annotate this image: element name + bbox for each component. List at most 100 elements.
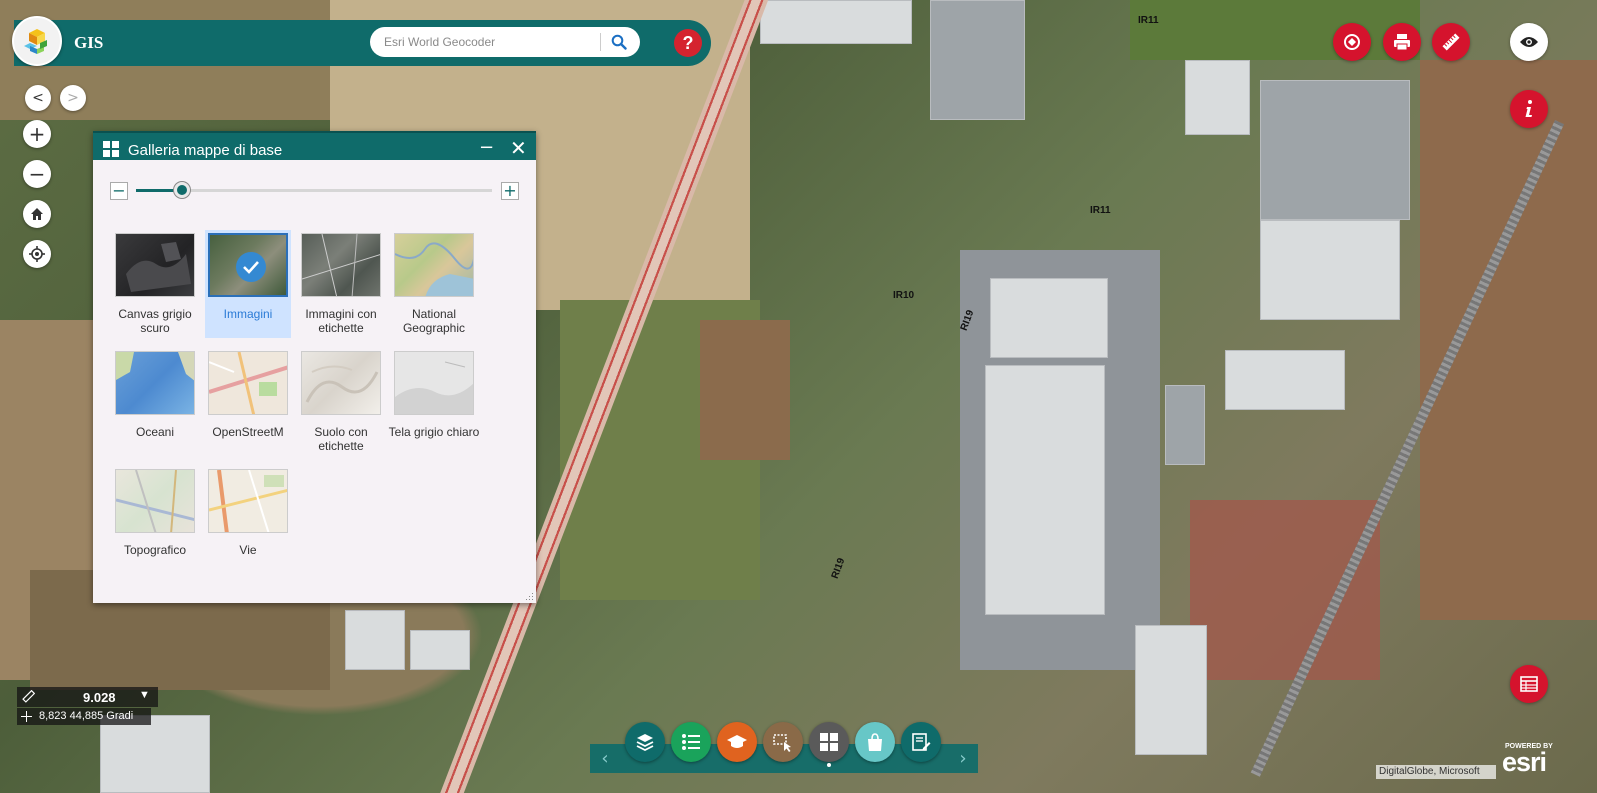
zoom-in-button[interactable]: + [23, 120, 51, 148]
print-button[interactable] [1383, 23, 1421, 61]
basemap-thumbnail [115, 233, 195, 297]
ruler-icon [22, 690, 35, 703]
basemap-thumbnail [115, 469, 195, 533]
basemap-gallery-button[interactable] [809, 722, 849, 762]
locate-button[interactable] [23, 240, 51, 268]
visibility-button[interactable] [1510, 23, 1548, 61]
building [1225, 350, 1345, 410]
map-attribution: DigitalGlobe, Microsoft [1376, 765, 1496, 779]
basemap-label: Vie [239, 543, 257, 557]
chevron-down-icon[interactable]: ▼ [139, 689, 150, 701]
basemap-label: OpenStreetM [212, 425, 284, 439]
graduation-cap-icon [727, 735, 747, 748]
eye-icon [1520, 37, 1538, 47]
coordinates-widget[interactable]: 8,823 44,885 Gradi [17, 708, 151, 725]
edit-button[interactable] [901, 722, 941, 762]
close-button[interactable]: ✕ [510, 136, 527, 160]
search-button[interactable] [608, 31, 630, 53]
basemap-item[interactable]: Canvas grigio scuro [112, 230, 198, 338]
zoom-out-button[interactable]: − [23, 160, 51, 188]
map-field [700, 320, 790, 460]
info-button[interactable] [1510, 90, 1548, 128]
basemap-label: Immagini con etichette [305, 307, 377, 335]
dock-page-indicator [827, 763, 831, 767]
gallery-zoom-in-button[interactable]: + [501, 182, 519, 200]
grid-icon [820, 733, 838, 751]
basemap-thumbnail [394, 233, 474, 297]
search-input[interactable] [384, 27, 599, 57]
directions-button[interactable] [1333, 23, 1371, 61]
basemap-label: Immagini [223, 307, 273, 321]
scale-widget[interactable]: 9.028 ▼ [17, 687, 158, 707]
building [1135, 625, 1207, 755]
home-icon [31, 208, 43, 220]
basemap-item[interactable]: Oceani [112, 348, 198, 456]
print-icon [1394, 34, 1410, 51]
table-icon [1520, 676, 1538, 692]
coordinates-value: 8,823 44,885 Gradi [39, 710, 134, 722]
basemap-item[interactable]: Immagini con etichette [298, 230, 384, 338]
esri-logo[interactable]: POWERED BY esri [1502, 743, 1562, 777]
dock-previous-button[interactable]: ‹ [592, 744, 618, 773]
basemap-thumbnail [208, 351, 288, 415]
search-separator [600, 33, 601, 51]
basemap-item[interactable]: Vie [205, 466, 291, 574]
bookmark-button[interactable] [855, 722, 895, 762]
select-button[interactable] [763, 722, 803, 762]
attribute-table-button[interactable] [1510, 665, 1548, 703]
basemap-item[interactable]: National Geographic [391, 230, 477, 338]
info-icon [1525, 100, 1532, 117]
gallery-zoom-out-button[interactable]: − [110, 182, 128, 200]
building [1185, 60, 1250, 135]
next-extent-button[interactable]: > [60, 85, 86, 111]
map-field [1130, 0, 1420, 60]
basemap-label: Tela grigio chiaro [388, 425, 480, 439]
legend-button[interactable] [671, 722, 711, 762]
basemap-label: Suolo con etichette [314, 425, 368, 453]
home-button[interactable] [23, 200, 51, 228]
basemap-item[interactable]: OpenStreetM [205, 348, 291, 456]
layers-button[interactable] [625, 722, 665, 762]
basemap-thumbnail [301, 351, 381, 415]
building [990, 278, 1108, 358]
building [985, 365, 1105, 615]
locate-icon [29, 246, 45, 262]
dock-next-button[interactable]: › [950, 744, 976, 773]
gallery-slider-thumb[interactable] [174, 182, 191, 198]
measure-button[interactable] [1432, 23, 1470, 61]
shopping-bag-icon [868, 733, 882, 751]
road-label: IR11 [1090, 205, 1111, 216]
resize-handle-icon[interactable] [525, 592, 534, 601]
building [1260, 80, 1410, 220]
panel-header[interactable]: Galleria mappe di base − ✕ [93, 131, 536, 160]
building [410, 630, 470, 670]
selected-check-icon [236, 252, 266, 282]
help-button[interactable]: ? [674, 29, 702, 57]
road-label: RI19 [829, 556, 848, 581]
directions-icon [1344, 34, 1360, 50]
education-button[interactable] [717, 722, 757, 762]
search-bar [370, 27, 640, 57]
basemap-item-selected[interactable]: Immagini [205, 230, 291, 338]
map-field [1190, 500, 1380, 680]
basemap-label: Topografico [123, 543, 187, 557]
list-icon [682, 734, 700, 750]
previous-extent-button[interactable]: < [25, 85, 51, 111]
minimize-button[interactable]: − [479, 137, 494, 158]
basemap-item[interactable]: Suolo con etichette [298, 348, 384, 456]
app-title: GIS [74, 33, 104, 52]
building [1165, 385, 1205, 465]
panel-title: Galleria mappe di base [128, 142, 283, 159]
basemap-item[interactable]: Topografico [112, 466, 198, 574]
basemap-item[interactable]: Tela grigio chiaro [389, 348, 479, 456]
ruler-icon [1442, 33, 1460, 51]
road-label: IR11 [1138, 15, 1159, 26]
grid-icon [103, 141, 119, 157]
building [100, 715, 210, 793]
basemap-gallery-panel: Galleria mappe di base − ✕ − + Canvas gr… [93, 131, 536, 603]
select-icon [773, 734, 791, 752]
esri-wordmark: esri [1502, 747, 1547, 777]
crosshair-icon [21, 711, 32, 722]
cubes-logo-icon [24, 29, 47, 54]
basemap-thumbnail [301, 233, 381, 297]
